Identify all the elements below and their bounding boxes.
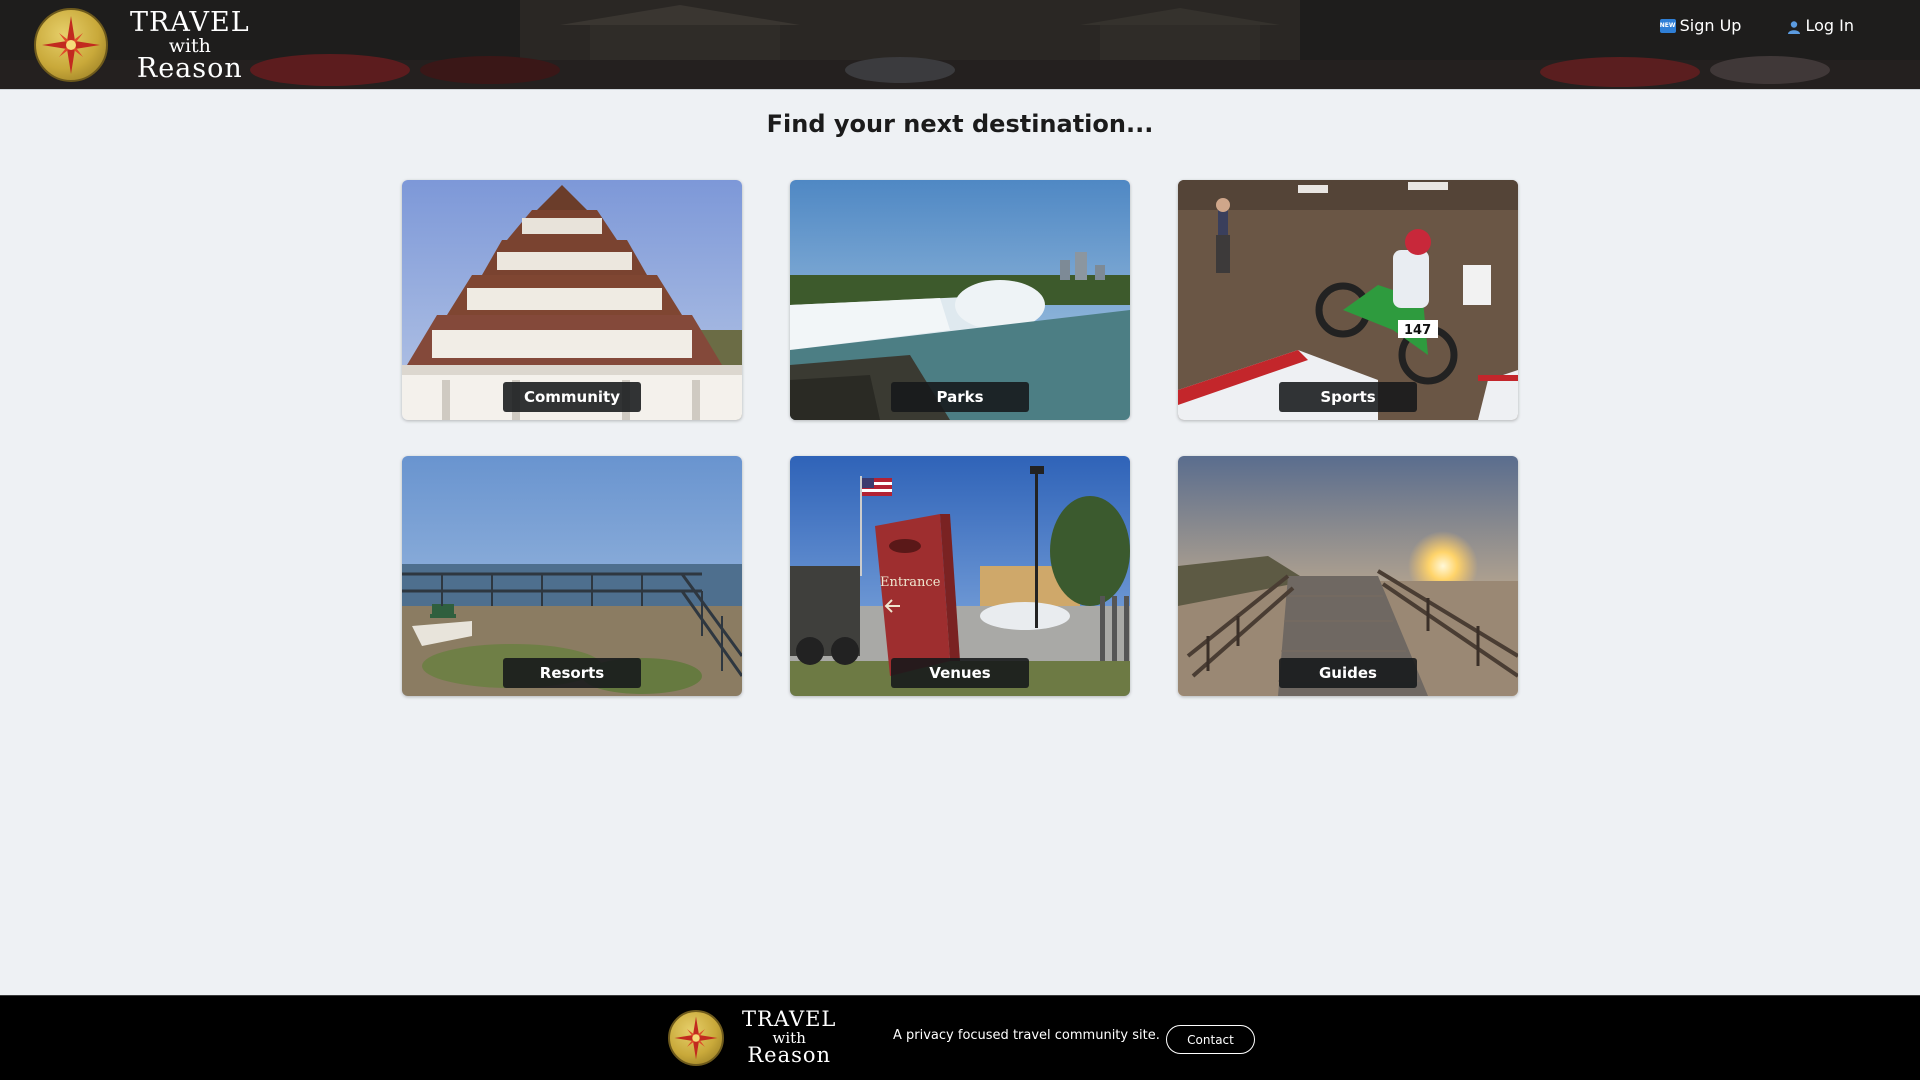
header-logo[interactable]: TRAVEL with Reason — [34, 8, 250, 82]
brand-line-1: TRAVEL — [130, 6, 250, 38]
footer-brand-wordmark: TRAVEL with Reason — [742, 1009, 836, 1066]
new-badge-icon: NEW — [1659, 18, 1676, 33]
login-link[interactable]: Log In — [1787, 16, 1854, 35]
card-venues[interactable]: Entrance Venues — [790, 456, 1130, 696]
login-label: Log In — [1805, 16, 1854, 35]
card-label: Guides — [1279, 658, 1417, 688]
site-header: TRAVEL with Reason NEW Sign Up Log In — [0, 0, 1920, 90]
brand-line-3: Reason — [747, 1043, 832, 1067]
card-label: Venues — [891, 658, 1029, 688]
footer-logo[interactable]: TRAVEL with Reason — [668, 1009, 836, 1066]
header-nav: NEW Sign Up Log In — [1659, 16, 1854, 35]
card-sports[interactable]: 147 Sports — [1178, 180, 1518, 420]
card-community[interactable]: Community — [402, 180, 742, 420]
card-label: Community — [503, 382, 641, 412]
compass-logo-icon — [668, 1009, 724, 1066]
footer-tagline: A privacy focused travel community site. — [893, 1028, 1160, 1043]
signup-label: Sign Up — [1679, 16, 1742, 35]
entrance-sign-text: Entrance — [880, 575, 941, 590]
card-label: Resorts — [503, 658, 641, 688]
brand-line-3: Reason — [136, 52, 243, 84]
brand-wordmark: TRAVEL with Reason — [130, 9, 250, 82]
card-label: Sports — [1279, 382, 1417, 412]
card-parks[interactable]: Parks — [790, 180, 1130, 420]
site-footer: TRAVEL with Reason A privacy focused tra… — [0, 995, 1920, 1080]
bike-number: 147 — [1404, 323, 1431, 338]
brand-line-1: TRAVEL — [742, 1007, 837, 1031]
header-background-photo — [0, 0, 1920, 89]
card-resorts[interactable]: Resorts — [402, 456, 742, 696]
signup-link[interactable]: NEW Sign Up — [1659, 16, 1742, 35]
page-heading: Find your next destination... — [766, 110, 1154, 138]
user-icon — [1787, 19, 1801, 34]
contact-button[interactable]: Contact — [1166, 1025, 1255, 1054]
compass-logo-icon — [34, 8, 108, 82]
card-guides[interactable]: Guides — [1178, 456, 1518, 696]
card-label: Parks — [891, 382, 1029, 412]
